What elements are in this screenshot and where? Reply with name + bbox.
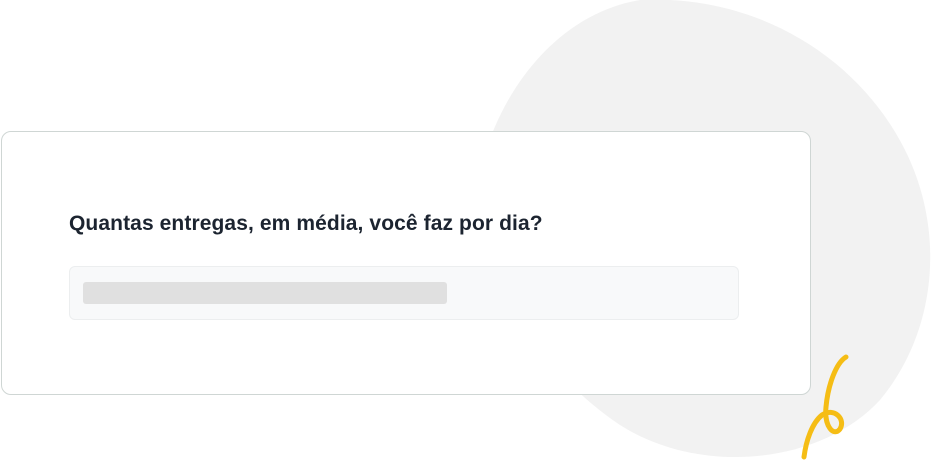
squiggle-icon [801,354,849,460]
question-label: Quantas entregas, em média, você faz por… [69,212,543,235]
question-card: Quantas entregas, em média, você faz por… [1,131,811,395]
placeholder-skeleton [83,282,447,304]
answer-input[interactable] [69,266,739,320]
